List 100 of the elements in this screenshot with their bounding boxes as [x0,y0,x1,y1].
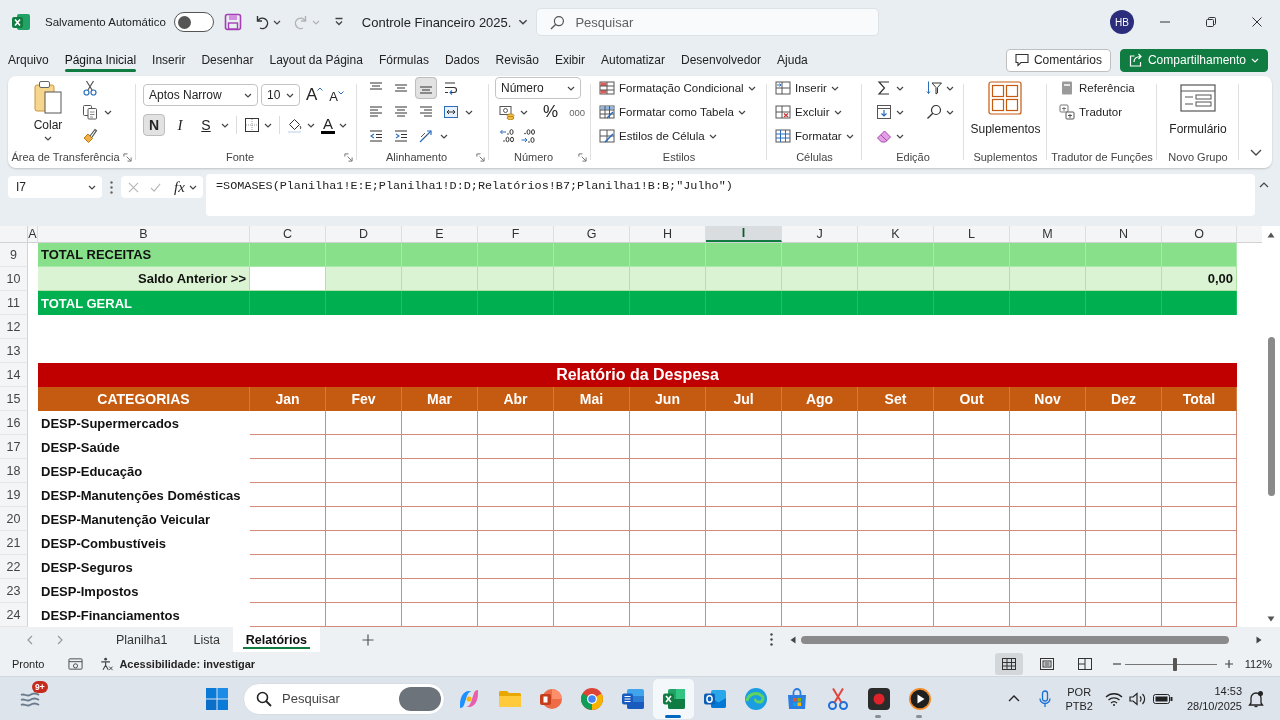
table-cell[interactable] [478,267,554,291]
dialog-launcher-icon[interactable] [123,153,132,162]
translator-button[interactable]: Tradutor [1059,100,1157,124]
fill-down-icon[interactable] [876,104,892,120]
percent-style-button[interactable]: % [543,102,559,122]
name-box[interactable]: I7 [8,176,102,198]
table-cell[interactable] [1010,507,1086,531]
zoom-out-icon[interactable] [1112,660,1121,668]
table-cell[interactable] [1162,555,1237,579]
table-cell[interactable] [554,483,630,507]
scissors-icon[interactable] [82,80,98,96]
table-cell[interactable]: DESP-Saúde [38,435,250,459]
row-header[interactable]: 10 [0,267,28,291]
table-cell[interactable] [554,531,630,555]
row-header[interactable]: 24 [0,603,28,627]
wifi-icon[interactable] [1104,691,1123,706]
table-cell[interactable]: DESP-Financiamentos [38,603,250,627]
table-cell[interactable] [554,291,630,315]
table-cell[interactable] [1162,291,1237,315]
notification-icon[interactable] [1248,689,1264,708]
table-cell[interactable] [1010,291,1086,315]
row-header[interactable]: 15 [0,387,28,411]
table-cell[interactable] [934,579,1010,603]
windows-start-icon[interactable] [205,686,229,711]
table-cell[interactable] [706,267,782,291]
table-cell[interactable]: DESP-Impostos [38,579,250,603]
column-header[interactable]: G [554,226,630,242]
accessibility-button[interactable]: Acessibilidade: investigar [99,657,256,671]
table-cell[interactable] [1086,507,1162,531]
scrollbar-thumb[interactable] [801,635,1229,644]
font-name-dropdown[interactable]: Aptos Narrow [143,84,258,106]
ribbon-tab[interactable]: Inserir [144,47,194,73]
table-cell[interactable] [326,267,402,291]
fill-color-icon[interactable] [287,117,303,133]
table-cell[interactable] [858,411,934,435]
scrollbar-thumb[interactable] [1267,337,1275,496]
table-cell[interactable] [630,267,706,291]
table-cell[interactable] [250,555,326,579]
ribbon-tab[interactable]: Automatizar [592,47,673,73]
table-cell[interactable] [1086,291,1162,315]
report-title[interactable]: Relatório da Despesa [38,363,1237,387]
table-cell[interactable]: DESP-Seguros [38,555,250,579]
document-title[interactable]: Controle Financeiro 2025. [361,9,529,35]
caret-icon[interactable] [307,122,315,128]
ribbon-tab[interactable]: Página Inicial [56,47,145,73]
table-cell[interactable] [782,267,858,291]
table-cell[interactable] [630,483,706,507]
clock[interactable]: 14:53 28/10/2025 [1186,683,1242,714]
table-cell[interactable] [478,459,554,483]
share-button[interactable]: Compartilhamento [1119,48,1268,72]
table-cell[interactable] [858,555,934,579]
table-cell[interactable] [782,291,858,315]
table-cell[interactable] [402,411,478,435]
table-cell[interactable] [706,459,782,483]
table-cell[interactable] [402,555,478,579]
table-cell[interactable] [326,555,402,579]
table-header[interactable]: Total [1162,387,1237,411]
sheet-tab[interactable]: Relatórios [232,627,320,652]
table-cell[interactable] [1086,579,1162,603]
comments-button[interactable]: Comentários [1005,48,1111,72]
bold-button[interactable]: N [143,114,165,136]
table-header[interactable]: Jul [706,387,782,411]
table-header[interactable]: Mai [554,387,630,411]
caret-icon[interactable] [896,133,904,139]
increase-decimal-icon[interactable] [499,128,515,144]
close-icon[interactable] [1252,17,1262,27]
row-header[interactable]: 16 [0,411,28,435]
table-cell[interactable] [250,267,326,291]
chevron-up-icon[interactable] [1008,695,1021,702]
table-cell[interactable] [934,507,1010,531]
format-button[interactable]: Formatar [775,124,862,148]
table-cell[interactable] [554,507,630,531]
table-header[interactable]: Mar [402,387,478,411]
row-header[interactable]: 19 [0,483,28,507]
scroll-left-icon[interactable] [790,635,796,644]
table-cell[interactable] [1010,435,1086,459]
row-header[interactable]: 9 [0,243,28,267]
column-header[interactable]: D [326,226,402,242]
table-cell[interactable] [1010,579,1086,603]
table-cell[interactable] [782,507,858,531]
conditional-formatting-button[interactable]: Formatação Condicional [599,76,767,100]
table-cell[interactable] [1162,531,1237,555]
caret-icon[interactable] [520,109,528,115]
table-cell[interactable] [250,291,326,315]
form-button[interactable]: Formulário [1169,76,1227,148]
table-cell[interactable] [858,483,934,507]
table-cell[interactable] [402,579,478,603]
table-cell[interactable] [1010,531,1086,555]
table-cell[interactable] [402,531,478,555]
table-cell[interactable] [402,267,478,291]
column-header[interactable]: F [478,226,554,242]
table-cell[interactable] [402,291,478,315]
caret-icon[interactable] [339,122,347,128]
caret-icon[interactable] [104,109,112,115]
table-cell[interactable] [1086,483,1162,507]
column-header[interactable]: K [858,226,934,242]
collapse-ribbon-icon[interactable] [1250,149,1262,156]
battery-icon[interactable] [1152,693,1173,704]
zoom-in-icon[interactable] [1224,660,1233,668]
table-header[interactable]: Jan [250,387,326,411]
